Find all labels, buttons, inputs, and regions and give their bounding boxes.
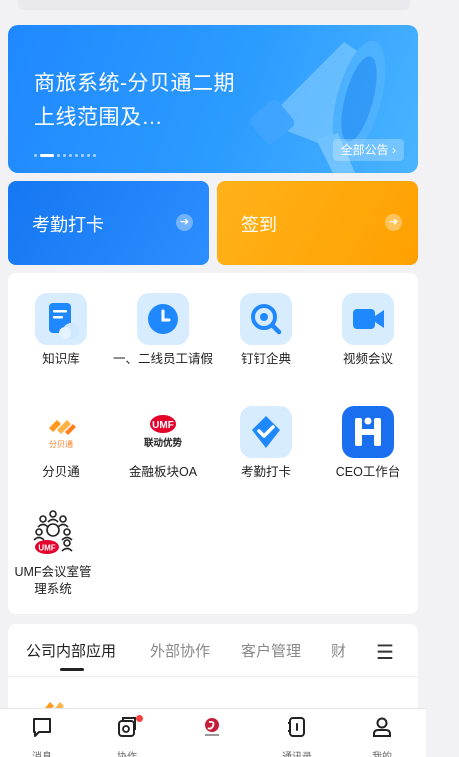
pagination-dot-active [40,154,54,157]
nav-collaboration[interactable]: 协作 [97,715,157,757]
app-fenbeitong[interactable]: 分贝通 分贝通 [11,406,111,481]
nav-messages[interactable]: 消息 [12,715,72,757]
bottom-navigation: 消息 协作 通讯录 [0,708,426,757]
nav-label: 我的 [352,748,412,757]
app-leave-request[interactable]: 一、二线员工请假 [113,293,213,368]
tab-customer-management[interactable]: 客户管理 [241,640,301,661]
pagination-dot [75,154,78,157]
tab-external-collab[interactable]: 外部协作 [150,640,210,661]
chat-icon [33,718,51,737]
nav-contacts[interactable]: 通讯录 [267,715,327,757]
app-umf-meeting-room[interactable]: UMF UMF会议室管理系统 [3,506,103,598]
pagination-dot [81,154,84,157]
contacts-icon [288,717,305,737]
app-label: CEO工作台 [335,465,401,479]
active-tab-indicator [60,668,84,671]
app-knowledge-base[interactable]: 知识库 [11,293,111,368]
app-label: 视频会议 [342,352,393,366]
notification-badge [136,715,143,722]
app-dingding-qidian[interactable]: 钉钉企典 [216,293,316,368]
pagination-dot [69,154,72,157]
menu-icon[interactable]: ☰ [368,640,394,665]
pagination-dot [34,154,37,157]
signin-label: 签到 [241,215,277,235]
tab-finance[interactable]: 财 [331,640,346,661]
people-group-icon: UMF [27,506,79,558]
app-label: UMF会议室管理系统 [14,565,92,596]
search-bar[interactable] [18,0,410,10]
app-finance-oa[interactable]: UMF 联动优势 金融板块OA [113,406,213,481]
h-logo-icon [342,406,394,458]
banner-title: 商旅系统-分贝通二期上线范围及… [34,72,235,129]
pagination-dot [87,154,90,157]
app-video-meeting[interactable]: 视频会议 [318,293,418,368]
arrow-right-icon: ➔ [176,214,193,231]
umf-subtitle: 联动优势 [144,437,183,449]
tabs-divider [8,676,418,677]
app-label: 一、二线员工请假 [113,352,214,366]
checkin-label: 考勤打卡 [32,215,104,235]
pagination-dot [63,154,66,157]
pagination-dot [57,154,60,157]
app-label: 钉钉企典 [240,352,291,366]
fenbei-logo-text: 分贝通 [49,439,73,449]
clock-icon [137,293,189,345]
app-ceo-workbench[interactable]: CEO工作台 [318,406,418,481]
all-announcements-button[interactable]: 全部公告 › [332,139,404,161]
umf-logo-icon: UMF 联动优势 [137,406,189,458]
announcement-banner[interactable]: 商旅系统-分贝通二期上线范围及… 全部公告 › [8,25,418,173]
app-label: 分贝通 [42,465,80,479]
app-attendance[interactable]: 考勤打卡 [216,406,316,481]
document-icon [35,293,87,345]
banner-pagination [34,154,96,157]
nav-home[interactable] [182,715,242,748]
fenbeitong-logo-icon: 分贝通 [35,406,87,458]
nav-me[interactable]: 我的 [352,715,412,757]
apps-grid: 知识库 一、二线员工请假 钉钉企典 视频会议 分贝通 分贝通 UMF 联动优势 … [8,273,418,614]
app-label: 金融板块OA [128,465,198,479]
umf-logo-text: UMF [38,544,55,553]
nav-label: 通讯录 [267,748,327,757]
search-magnifier-icon [240,293,292,345]
umf-logo-text: UMF [152,420,174,431]
tab-internal-apps[interactable]: 公司内部应用 [26,640,116,661]
app-label: 知识库 [42,352,80,366]
signin-card[interactable]: 签到 ➔ [217,181,418,265]
phone-screen: 商旅系统-分贝通二期上线范围及… 全部公告 › 考勤打卡 ➔ 签到 ➔ 知识库 … [0,0,426,757]
app-label: 考勤打卡 [240,465,291,479]
person-icon [373,717,391,737]
arrow-right-icon: ➔ [385,214,402,231]
video-camera-icon [342,293,394,345]
nav-label: 协作 [97,748,157,757]
nav-label: 消息 [12,748,72,757]
pagination-dot [93,154,96,157]
check-shield-icon [240,406,292,458]
company-logo-icon [205,718,219,736]
checkin-card[interactable]: 考勤打卡 ➔ [8,181,209,265]
